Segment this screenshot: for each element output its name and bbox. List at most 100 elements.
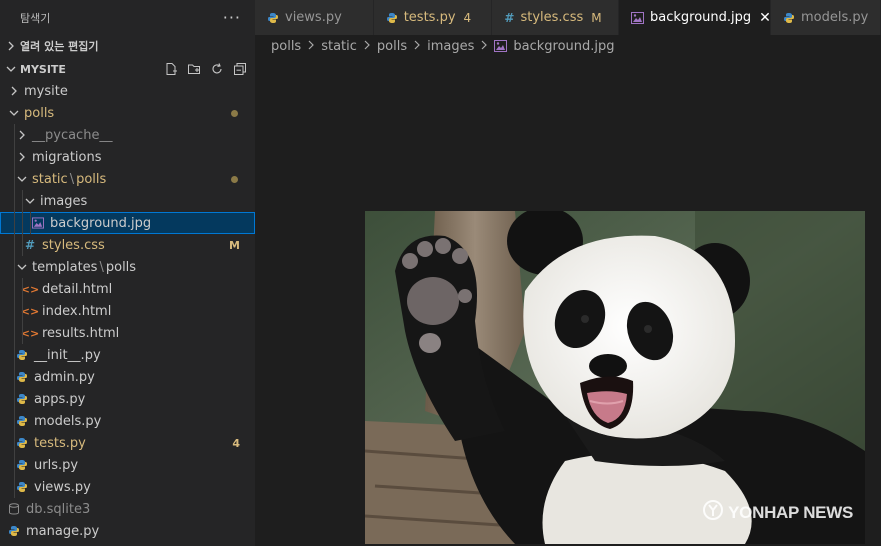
chevron-right-icon bbox=[307, 39, 315, 53]
chevron-down-icon bbox=[4, 64, 18, 74]
workspace-label: MYSITE bbox=[20, 62, 66, 76]
image-file-icon bbox=[494, 40, 508, 52]
css-file-icon: # bbox=[24, 238, 36, 252]
watermark: YONHAP NEWS bbox=[702, 499, 853, 526]
tree-file-detail-html[interactable]: <> detail.html bbox=[0, 278, 255, 300]
tree-file-apps-py[interactable]: apps.py bbox=[0, 388, 255, 410]
python-file-icon bbox=[267, 12, 279, 24]
indent-guide bbox=[14, 344, 15, 366]
breadcrumb-item[interactable]: background.jpg bbox=[494, 38, 615, 54]
tree-item-sublabel: polls bbox=[76, 171, 107, 187]
open-editors-label: 열려 있는 편집기 bbox=[20, 40, 99, 53]
tab-label: views.py bbox=[285, 10, 342, 25]
tree-folder-polls[interactable]: polls bbox=[0, 102, 255, 124]
tree-item-label: styles.css bbox=[42, 237, 105, 253]
tree-file-db-sqlite3[interactable]: db.sqlite3 bbox=[0, 498, 255, 520]
tree-item-label: manage.py bbox=[26, 523, 100, 539]
tree-file-views-py[interactable]: views.py bbox=[0, 476, 255, 498]
open-editors-section[interactable]: 열려 있는 편집기 bbox=[0, 35, 255, 57]
tree-item-label: apps.py bbox=[34, 391, 86, 407]
tree-folder-static[interactable]: static \ polls bbox=[0, 168, 255, 190]
tree-item-label: __init__.py bbox=[34, 347, 101, 363]
tree-file-tests-py[interactable]: tests.py 4 bbox=[0, 432, 255, 454]
tab-models-py[interactable]: models.py bbox=[771, 0, 881, 35]
breadcrumb-item[interactable]: static bbox=[321, 39, 357, 54]
workspace-actions bbox=[164, 62, 247, 76]
tab-tests-py[interactable]: tests.py 4 bbox=[373, 0, 493, 35]
editor-tabs: views.py tests.py 4 # styles.css Mbackground.… bbox=[255, 0, 881, 35]
breadcrumb-label: polls bbox=[376, 38, 408, 54]
python-file-icon bbox=[16, 393, 28, 405]
tree-file-manage-py[interactable]: manage.py bbox=[0, 520, 255, 542]
indent-guide bbox=[22, 212, 23, 234]
breadcrumb-item[interactable]: images bbox=[427, 39, 474, 54]
tree-file-background-jpg[interactable]: background.jpg bbox=[0, 212, 255, 234]
workspace-section[interactable]: MYSITE bbox=[0, 58, 255, 80]
chevron-right-icon bbox=[4, 41, 18, 51]
breadcrumb-item[interactable]: polls bbox=[377, 39, 407, 54]
tree-file-styles-css[interactable]: # styles.css M bbox=[0, 234, 255, 256]
tree-folder-templates[interactable]: templates \ polls bbox=[0, 256, 255, 278]
html-file-icon: <> bbox=[20, 304, 40, 318]
file-tree: mysite polls __pycache__ migrations static \ p… bbox=[0, 80, 255, 542]
indent-guide bbox=[14, 366, 15, 388]
collapse-all-icon[interactable] bbox=[233, 62, 247, 76]
tree-file-results-html[interactable]: <> results.html bbox=[0, 322, 255, 344]
indent-guide bbox=[14, 322, 15, 344]
tree-item-label: templates bbox=[32, 259, 98, 275]
indent-guide bbox=[14, 278, 15, 300]
watermark-text: YONHAP NEWS bbox=[728, 502, 853, 522]
status-badge: M bbox=[229, 238, 240, 252]
tree-item-label: views.py bbox=[34, 479, 91, 495]
tab-background-jpg[interactable]: background.jpg ✕ bbox=[619, 0, 771, 35]
indent-guide bbox=[14, 212, 15, 234]
python-file-icon bbox=[783, 12, 795, 24]
tree-folder-pycache[interactable]: __pycache__ bbox=[0, 124, 255, 146]
database-file-icon bbox=[8, 503, 20, 515]
tree-file-init-py[interactable]: __init__.py bbox=[0, 344, 255, 366]
tab-styles-css[interactable]: # styles.css M bbox=[492, 0, 619, 35]
python-file-icon bbox=[16, 415, 28, 427]
python-file-icon bbox=[16, 437, 28, 449]
tab-label: background.jpg bbox=[650, 10, 752, 25]
breadcrumb-label: background.jpg bbox=[513, 38, 615, 54]
tab-views-py[interactable]: views.py bbox=[255, 0, 374, 35]
explorer-header: 탐색기 ··· bbox=[0, 0, 255, 35]
chevron-right-icon bbox=[413, 39, 421, 53]
indent-guide bbox=[14, 190, 15, 212]
new-folder-icon[interactable] bbox=[187, 62, 201, 76]
html-file-icon: <> bbox=[20, 326, 40, 340]
python-file-icon bbox=[8, 525, 20, 537]
close-tab-icon[interactable]: ✕ bbox=[759, 10, 771, 26]
indent-guide bbox=[14, 256, 15, 278]
new-file-icon[interactable] bbox=[164, 62, 178, 76]
breadcrumb-label: images bbox=[427, 38, 475, 54]
tree-file-index-html[interactable]: <> index.html bbox=[0, 300, 255, 322]
indent-guide bbox=[22, 234, 23, 256]
breadcrumb-item[interactable]: polls bbox=[271, 39, 301, 54]
indent-guide bbox=[14, 454, 15, 476]
chevron-down-icon bbox=[24, 196, 36, 206]
tree-file-models-py[interactable]: models.py bbox=[0, 410, 255, 432]
chevron-right-icon bbox=[363, 39, 371, 53]
tree-folder-mysite[interactable]: mysite bbox=[0, 80, 255, 102]
python-file-icon bbox=[16, 481, 28, 493]
panda-photo: YONHAP NEWS bbox=[365, 211, 865, 544]
python-file-icon bbox=[386, 12, 398, 24]
tree-folder-images[interactable]: images bbox=[0, 190, 255, 212]
refresh-icon[interactable] bbox=[210, 62, 224, 76]
tree-item-label: db.sqlite3 bbox=[26, 501, 91, 517]
tree-file-admin-py[interactable]: admin.py bbox=[0, 366, 255, 388]
chevron-right-icon bbox=[16, 152, 28, 162]
more-actions-icon[interactable]: ··· bbox=[223, 8, 241, 27]
tree-file-urls-py[interactable]: urls.py bbox=[0, 454, 255, 476]
path-separator: \ bbox=[69, 171, 75, 187]
tree-folder-migrations[interactable]: migrations bbox=[0, 146, 255, 168]
python-file-icon bbox=[16, 459, 28, 471]
tab-label: models.py bbox=[801, 10, 869, 25]
tree-item-label: urls.py bbox=[34, 457, 79, 473]
chevron-down-icon bbox=[16, 174, 28, 184]
indent-guide bbox=[22, 278, 23, 300]
tree-item-label: results.html bbox=[42, 325, 120, 341]
chevron-right-icon bbox=[480, 39, 488, 53]
